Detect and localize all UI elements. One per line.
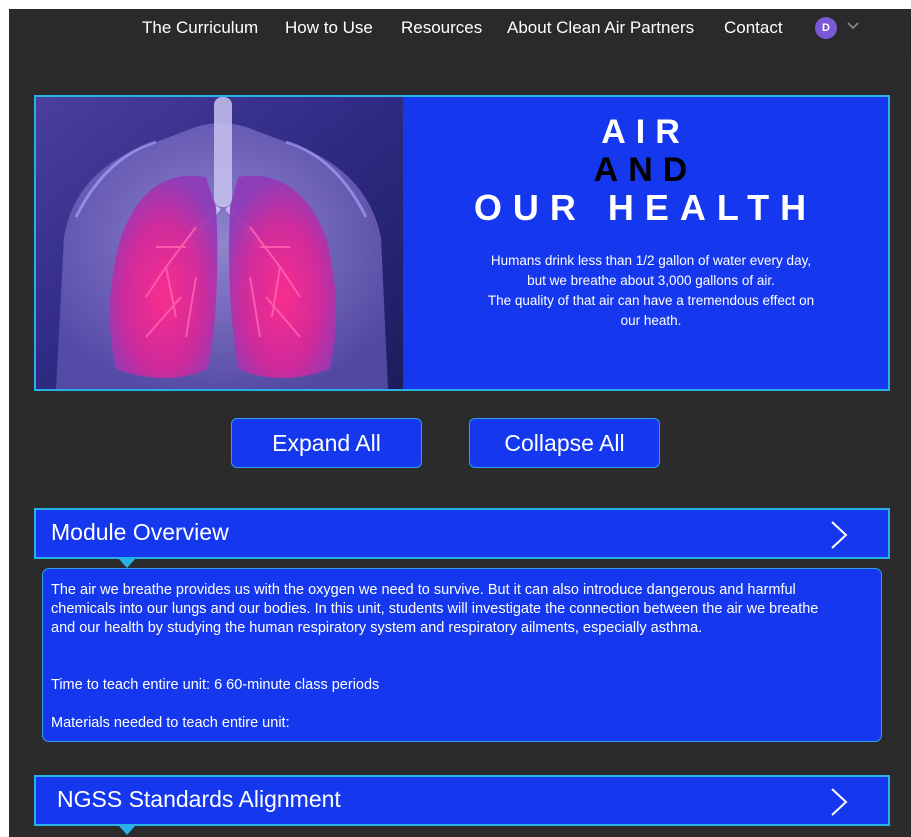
- hero-text-line: but we breathe about 3,000 gallons of ai…: [527, 273, 775, 288]
- nav-item-resources[interactable]: Resources: [401, 18, 482, 38]
- avatar[interactable]: D: [815, 17, 837, 39]
- section-header-ngss[interactable]: NGSS Standards Alignment: [34, 775, 890, 826]
- collapse-all-button[interactable]: Collapse All: [469, 418, 660, 468]
- hero-text-line: our heath.: [620, 313, 682, 328]
- chevron-right-icon[interactable]: [830, 787, 848, 817]
- hero-description: Humans drink less than 1/2 gallon of wat…: [451, 251, 851, 331]
- nav-item-how-to-use[interactable]: How to Use: [285, 18, 373, 38]
- section-title: Module Overview: [51, 519, 229, 545]
- hero-text-line: Humans drink less than 1/2 gallon of wat…: [490, 253, 812, 268]
- overview-paragraph: The air we breathe provides us with the …: [51, 582, 819, 636]
- hero-title-line1: AIR: [601, 113, 690, 151]
- top-nav: The Curriculum How to Use Resources Abou…: [9, 9, 911, 51]
- section-pointer: [119, 826, 135, 835]
- hero-banner: AIR AND OUR HEALTH Humans drink less tha…: [34, 95, 890, 391]
- nav-item-contact[interactable]: Contact: [724, 18, 783, 38]
- page: The Curriculum How to Use Resources Abou…: [9, 9, 911, 837]
- nav-item-about[interactable]: About Clean Air Partners: [507, 18, 694, 38]
- section-pointer: [119, 559, 135, 568]
- materials-needed: Materials needed to teach entire unit:: [51, 715, 290, 731]
- section-header-module-overview[interactable]: Module Overview: [34, 508, 890, 559]
- section-title: NGSS Standards Alignment: [57, 786, 341, 812]
- hero-title-line2: AND: [593, 151, 698, 189]
- section-body-module-overview: The air we breathe provides us with the …: [42, 568, 882, 742]
- nav-item-curriculum[interactable]: The Curriculum: [142, 18, 258, 38]
- hero-title-line3: OUR HEALTH: [473, 187, 818, 228]
- time-to-teach: Time to teach entire unit: 6 60-minute c…: [51, 677, 380, 693]
- chevron-down-icon[interactable]: [847, 21, 859, 31]
- expand-all-button[interactable]: Expand All: [231, 418, 422, 468]
- lungs-illustration: [36, 97, 403, 389]
- hero-title: AIR AND OUR HEALTH: [403, 113, 888, 227]
- hero-text-line: The quality of that air can have a treme…: [487, 293, 815, 308]
- chevron-right-icon[interactable]: [830, 520, 848, 550]
